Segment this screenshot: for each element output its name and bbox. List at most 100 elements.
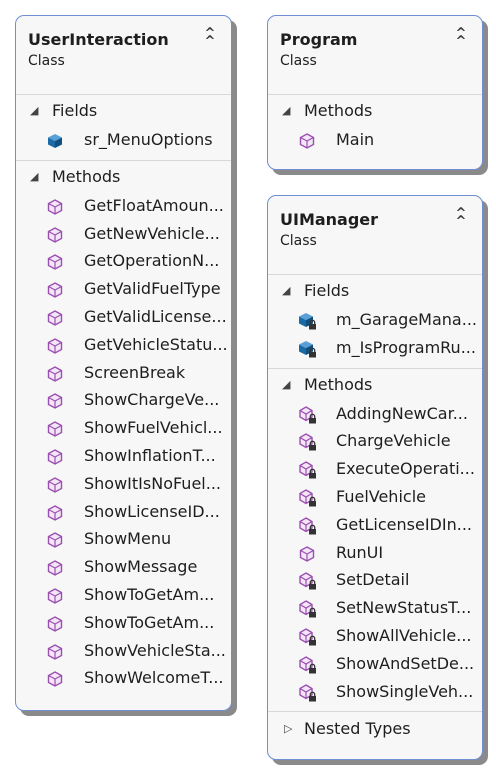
method-name: Main (336, 130, 375, 149)
method-item[interactable]: ShowVehicleSta... (16, 637, 231, 665)
method-icon (46, 586, 64, 604)
method-item[interactable]: ExecuteOperati... (268, 455, 482, 483)
method-item[interactable]: ShowSingleVeh... (268, 678, 482, 706)
method-icon (46, 391, 64, 410)
method-item[interactable]: SetNewStatusT... (268, 594, 482, 622)
method-name: GetValidFuelType (84, 279, 221, 299)
method-item[interactable]: SetDetail (268, 566, 482, 594)
method-name: GetOperationN... (84, 251, 220, 271)
class-uimanager[interactable]: UIManager Class ^ ^ ◢ Fields m_GarageMana… (267, 195, 483, 760)
methods-list: AddingNewCar... ChargeVehicle ExecuteOpera… (268, 400, 482, 712)
fields-section-header[interactable]: ◢ Fields (16, 94, 231, 126)
method-item[interactable]: ShowAllVehicle... (268, 622, 482, 650)
method-item[interactable]: GetNewVehicle... (16, 220, 231, 248)
method-item[interactable]: ShowLicenseID... (16, 498, 231, 526)
class-header: UIManager Class ^ ^ (268, 196, 482, 274)
method-name: GetFloatAmoun... (84, 195, 224, 215)
methods-list: GetFloatAmoun... GetNewVehicle... GetOpera… (16, 192, 231, 698)
fields-list: m_GarageMana... m_IsProgramRu... (268, 306, 482, 368)
method-item[interactable]: FuelVehicle (268, 483, 482, 511)
method-name: GetLicenseIDIn... (336, 514, 472, 534)
method-icon (46, 475, 64, 493)
field-item[interactable]: m_GarageMana... (268, 306, 482, 334)
methods-section-header[interactable]: ◢ Methods (268, 94, 482, 126)
method-item[interactable]: GetOperationN... (16, 247, 231, 275)
method-item[interactable]: ShowMenu (16, 525, 231, 553)
collapse-chevron-icon[interactable]: ^ ^ (201, 27, 219, 48)
fields-section-header[interactable]: ◢ Fields (268, 274, 482, 306)
method-name: ShowVehicleSta... (84, 640, 226, 660)
class-name: Program (280, 30, 358, 49)
class-header: Program Class ^ ^ (268, 16, 482, 94)
field-item[interactable]: m_IsProgramRu... (268, 334, 482, 362)
method-item[interactable]: ShowWelcomeT... (16, 664, 231, 692)
expanded-triangle-icon: ◢ (282, 284, 291, 297)
collapse-chevron-icon[interactable]: ^ ^ (452, 207, 470, 228)
method-item[interactable]: GetFloatAmoun... (16, 192, 231, 220)
method-item[interactable]: ScreenBreak (16, 359, 231, 387)
collapse-chevron-icon[interactable]: ^ ^ (452, 27, 470, 48)
method-icon (46, 364, 64, 382)
method-item[interactable]: ChargeVehicle (268, 427, 482, 455)
method-item[interactable]: GetVehicleStatu... (16, 331, 231, 359)
method-icon (46, 280, 64, 298)
method-item[interactable]: ShowChargeVe... (16, 386, 231, 414)
method-icon (46, 669, 64, 688)
methods-section-header[interactable]: ◢ Methods (16, 159, 231, 192)
method-icon (46, 503, 64, 521)
method-item[interactable]: GetLicenseIDIn... (268, 511, 482, 539)
method-item[interactable]: GetValidLicense... (16, 303, 231, 331)
expanded-triangle-icon: ◢ (282, 104, 291, 117)
method-icon (46, 308, 64, 326)
method-item[interactable]: ShowToGetAm... (16, 609, 231, 637)
method-item[interactable]: ShowMessage (16, 553, 231, 581)
method-name: ShowAndSetDe... (336, 653, 475, 673)
class-kind: Class (280, 233, 317, 249)
method-name: ShowToGetAm... (84, 612, 215, 632)
method-item[interactable]: ShowItIsNoFuel... (16, 470, 231, 498)
method-item[interactable]: ShowAndSetDe... (268, 650, 482, 678)
expanded-triangle-icon: ◢ (282, 377, 291, 391)
private-method-icon (298, 627, 316, 646)
field-name: m_IsProgramRu... (336, 337, 476, 357)
method-name: ScreenBreak (84, 362, 186, 382)
nested-types-section-header[interactable]: ▷ Nested Types (268, 711, 482, 746)
class-kind: Class (28, 53, 65, 69)
method-icon (298, 544, 316, 562)
class-program[interactable]: Program Class ^ ^ ◢ Methods Main (267, 15, 483, 170)
private-method-icon (298, 655, 316, 674)
expanded-triangle-icon: ◢ (30, 104, 39, 117)
method-name: ShowSingleVeh... (336, 681, 474, 701)
method-item[interactable]: ShowToGetAm... (16, 581, 231, 609)
method-item[interactable]: AddingNewCar... (268, 400, 482, 428)
class-userinteraction[interactable]: UserInteraction Class ^ ^ ◢ Fields sr_Men… (15, 15, 232, 711)
method-item[interactable]: GetValidFuelType (16, 275, 231, 303)
private-method-icon (298, 683, 316, 702)
field-name: sr_MenuOptions (84, 130, 213, 149)
class-kind: Class (280, 53, 317, 69)
expanded-triangle-icon: ◢ (30, 169, 39, 183)
methods-section-header[interactable]: ◢ Methods (268, 367, 482, 400)
field-item[interactable]: sr_MenuOptions (16, 126, 231, 154)
private-method-icon (298, 432, 316, 451)
method-icon (46, 614, 64, 632)
method-name: ShowMessage (84, 557, 198, 577)
method-item[interactable]: ShowInflationT... (16, 442, 231, 470)
method-name: SetNewStatusT... (336, 598, 472, 618)
method-icon (46, 336, 64, 354)
method-item[interactable]: RunUI (268, 539, 482, 567)
method-item[interactable]: ShowFuelVehicl... (16, 414, 231, 442)
method-name: GetValidLicense... (84, 306, 227, 326)
method-icon (46, 558, 64, 576)
class-header: UserInteraction Class ^ ^ (16, 16, 231, 94)
private-method-icon (298, 488, 316, 507)
private-method-icon (298, 599, 316, 618)
method-icon (46, 419, 64, 437)
method-name: GetVehicleStatu... (84, 334, 228, 354)
private-method-icon (298, 571, 316, 590)
method-name: ShowAllVehicle... (336, 625, 472, 645)
method-icon (46, 530, 64, 549)
method-name: ExecuteOperati... (336, 459, 475, 479)
method-item[interactable]: Main (268, 126, 482, 154)
field-icon (46, 131, 64, 149)
